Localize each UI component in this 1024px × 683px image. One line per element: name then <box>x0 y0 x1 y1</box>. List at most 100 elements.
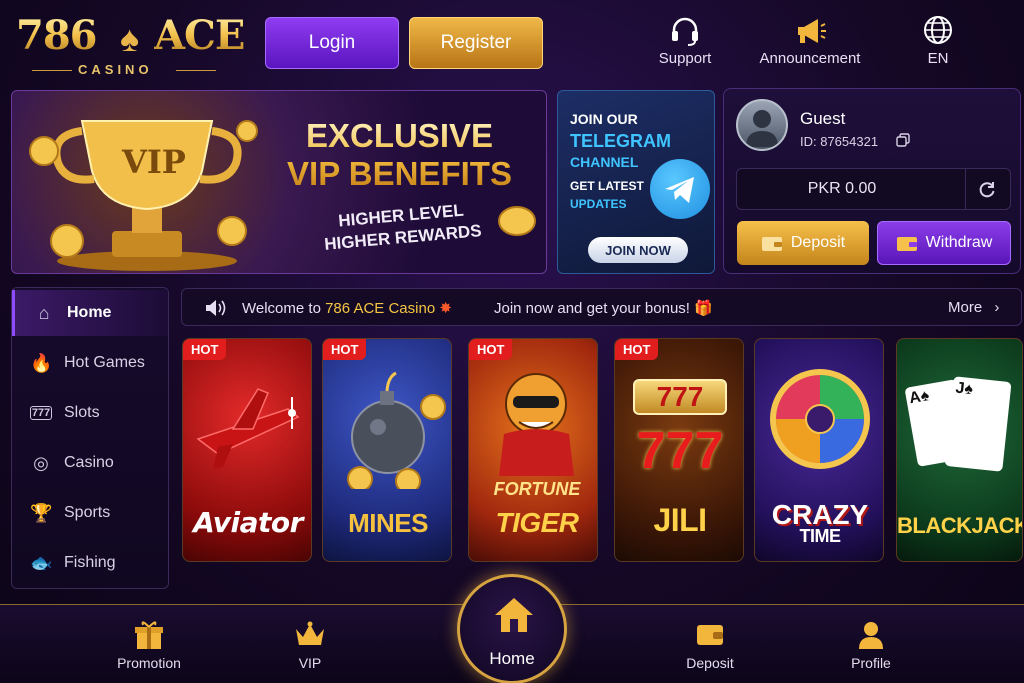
person-icon <box>826 619 916 655</box>
tg-line4: GET LATEST <box>570 179 644 193</box>
sidebar-item-label: Sports <box>64 504 111 521</box>
brand-logo[interactable]: 786 ♠ ACE CASINO <box>16 12 245 82</box>
crown-icon <box>265 619 355 655</box>
game-title: JILI <box>653 502 707 538</box>
nav-profile[interactable]: Profile <box>826 619 916 671</box>
login-button[interactable]: Login <box>265 17 399 69</box>
sidebar-item-fishing[interactable]: 🐟 Fishing <box>12 540 168 586</box>
hot-badge: HOT <box>615 339 659 360</box>
fish-icon: 🐟 <box>30 552 53 573</box>
home-icon <box>492 595 536 640</box>
game-title-line2: TIME <box>799 526 842 546</box>
sidebar-item-casino[interactable]: ◎ Casino <box>12 440 168 486</box>
logo-text-786: 786 <box>16 12 97 59</box>
balance-display: PKR 0.00 <box>736 168 1011 210</box>
welcome-prefix: Welcome to <box>242 300 326 317</box>
chip-icon: ◎ <box>33 452 49 473</box>
sidebar-item-hot-games[interactable]: 🔥 Hot Games <box>12 340 168 386</box>
game-card-blackjack[interactable]: A♠ J♠ BLACKJACK <box>896 338 1023 562</box>
sidebar-item-sports[interactable]: 🏆 Sports <box>12 490 168 536</box>
username: Guest <box>800 109 846 128</box>
vip-trophy-illustration <box>29 120 258 271</box>
nav-label: Promotion <box>117 655 181 671</box>
game-card-crazy-time[interactable]: CRAZY TIME <box>754 338 884 562</box>
copy-icon[interactable] <box>896 133 910 152</box>
telegram-icon <box>650 159 710 219</box>
speaker-icon <box>204 298 228 322</box>
home-icon: ⌂ <box>38 302 50 323</box>
vip-promo-banner[interactable]: VIP EXCLUSIVE VIP BENEFITS HIGHER LEVEL … <box>11 90 547 274</box>
sidebar: ⌂ Home 🔥 Hot Games 777 Slots ◎ Casino 🏆 … <box>11 287 169 589</box>
deposit-label: Deposit <box>790 234 846 251</box>
nav-promotion[interactable]: Promotion <box>104 619 194 671</box>
sidebar-item-label: Hot Games <box>64 354 145 371</box>
tg-line5: UPDATES <box>570 197 627 211</box>
withdraw-label: Withdraw <box>925 234 993 251</box>
tg-line3: CHANNEL <box>570 154 639 170</box>
gift-icon <box>104 619 194 655</box>
nav-deposit[interactable]: Deposit <box>665 619 755 671</box>
refresh-icon[interactable] <box>977 179 997 204</box>
game-title-line2: TIGER <box>495 507 579 538</box>
tg-line1: JOIN OUR <box>570 111 638 127</box>
game-title: Aviator <box>193 506 303 539</box>
tiger-icon <box>499 373 574 476</box>
avatar[interactable] <box>736 99 788 151</box>
promo-label: Join now and get your bonus! <box>494 300 690 317</box>
join-now-button[interactable]: JOIN NOW <box>588 237 688 263</box>
wallet-icon <box>665 619 755 655</box>
telegram-promo-card[interactable]: JOIN OUR TELEGRAM CHANNEL GET LATEST UPD… <box>557 90 715 274</box>
trophy-vip-text: VIP <box>122 143 186 181</box>
nav-vip[interactable]: VIP <box>265 619 355 671</box>
game-card-aviator[interactable]: HOT Aviator <box>182 338 312 562</box>
slot-reels: 777 <box>633 379 727 415</box>
balance-amount: PKR 0.00 <box>807 180 877 197</box>
sidebar-item-slots[interactable]: 777 Slots <box>12 390 168 436</box>
game-card-jili[interactable]: 777 777 HOT JILI <box>614 338 744 562</box>
game-card-fortune-tiger[interactable]: HOT FORTUNE TIGER <box>468 338 598 562</box>
promo-text: Join now and get your bonus! 🎁 <box>494 299 713 317</box>
account-panel: Guest ID: 87654321 PKR 0.00 Deposit With… <box>723 88 1021 274</box>
globe-icon <box>905 14 971 50</box>
headset-icon <box>650 14 720 50</box>
hot-badge: HOT <box>323 339 367 360</box>
hot-badge: HOT <box>469 339 513 360</box>
deposit-button[interactable]: Deposit <box>737 221 869 265</box>
megaphone-icon <box>755 14 865 50</box>
nav-label: VIP <box>298 655 322 671</box>
support-button[interactable]: Support <box>650 14 720 67</box>
spade-icon: ♠ <box>120 18 140 59</box>
game-title: BLACKJACK <box>897 513 1023 538</box>
sidebar-item-label: Slots <box>64 404 100 421</box>
welcome-brand: 786 ACE Casino <box>325 300 436 317</box>
user-id: ID: 87654321 <box>800 134 879 149</box>
register-button[interactable]: Register <box>409 17 543 69</box>
wallet-icon <box>761 237 782 251</box>
logo-divider <box>176 70 216 71</box>
hero-subtitle: HIGHER LEVEL HIGHER REWARDS <box>286 195 519 259</box>
announcement-button[interactable]: Announcement <box>755 14 865 67</box>
nav-label: Profile <box>851 655 891 671</box>
flame-icon: 🔥 <box>30 352 53 373</box>
more-link[interactable]: More › <box>948 299 999 316</box>
balance-divider <box>965 169 966 209</box>
support-label: Support <box>658 50 712 67</box>
nav-home-button[interactable]: Home <box>457 574 567 683</box>
big-777: 777 <box>636 422 724 480</box>
gift-icon: 🎁 <box>694 300 713 317</box>
announcement-marquee[interactable]: Welcome to 786 ACE Casino ✸ Join now and… <box>181 288 1022 326</box>
game-title: MINES <box>348 508 428 538</box>
logo-text-ace: ACE <box>154 12 245 59</box>
logo-subtitle: CASINO <box>78 62 153 77</box>
withdraw-button[interactable]: Withdraw <box>877 221 1011 265</box>
trophy-icon: 🏆 <box>30 502 53 523</box>
sidebar-item-label: Fishing <box>64 554 116 571</box>
more-label: More <box>948 299 983 316</box>
coin-icon <box>498 206 536 236</box>
sidebar-item-home[interactable]: ⌂ Home <box>12 290 168 336</box>
game-card-mines[interactable]: HOT MINES <box>322 338 452 562</box>
slots-icon: 777 <box>30 406 52 420</box>
language-selector[interactable]: EN <box>905 14 971 67</box>
airplane-icon <box>196 388 300 469</box>
jack-card-icon: J♠ <box>944 376 1012 472</box>
